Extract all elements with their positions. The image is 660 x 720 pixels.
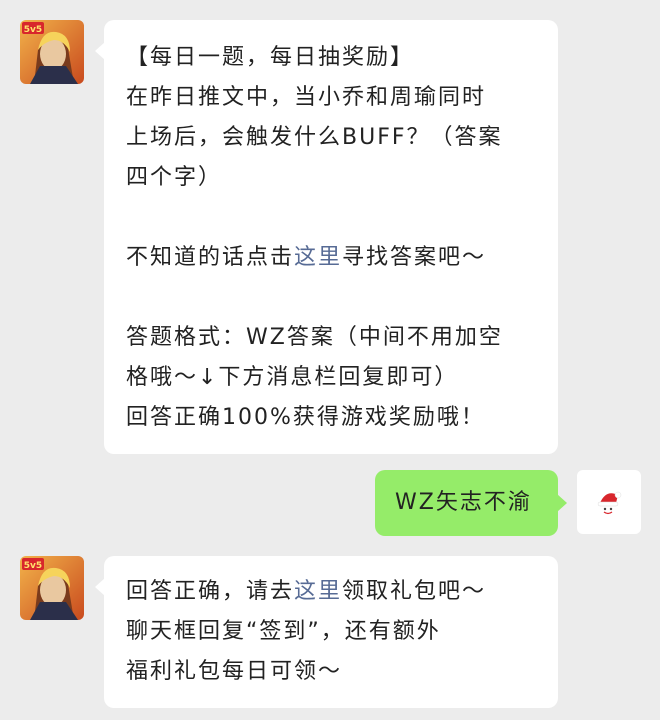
message-bubble-reply: 回答正确，请去这里领取礼包吧～ 聊天框回复“签到”，还有额外 福利礼包每日可领～: [95, 556, 558, 708]
hint-line: 不知道的话点击这里寻找答案吧～: [126, 238, 536, 278]
santa-hat-avatar-icon: [597, 491, 622, 515]
answer-link[interactable]: 这里: [294, 245, 342, 270]
game-account-avatar[interactable]: 5v5: [20, 556, 84, 620]
hero-avatar-icon: 5v5: [20, 20, 84, 84]
message-line: 【每日一题，每日抽奖励】: [126, 45, 415, 70]
game-badge-text: 5v5: [24, 561, 42, 571]
message-line: 上场后，会触发什么BUFF？（答案: [126, 125, 503, 150]
reply-line: 回答正确，请去这里领取礼包吧～: [126, 572, 536, 612]
hint-text-end: 寻找答案吧～: [342, 245, 487, 270]
hint-text: 不知道的话点击: [126, 245, 295, 270]
reply-line: 福利礼包每日可领～: [126, 659, 343, 684]
reply-text-end: 领取礼包吧～: [342, 579, 487, 604]
game-account-avatar[interactable]: 5v5: [20, 20, 84, 84]
reply-line: 聊天框回复“签到”，还有额外: [126, 619, 441, 644]
user-message-bubble: WZ矢志不渝: [375, 470, 567, 536]
format-line: 格哦～↓下方消息栏回复即可）: [126, 365, 459, 390]
message-line: 四个字）: [126, 165, 223, 190]
user-avatar[interactable]: [577, 470, 641, 534]
gift-link[interactable]: 这里: [294, 579, 342, 604]
format-line: 答题格式：WZ答案（中间不用加空: [126, 325, 503, 350]
message-bubble-question: 【每日一题，每日抽奖励】 在昨日推文中，当小乔和周瑜同时 上场后，会触发什么BU…: [95, 20, 558, 454]
hero-avatar-icon: 5v5: [20, 556, 84, 620]
message-line: 在昨日推文中，当小乔和周瑜同时: [126, 85, 487, 110]
reply-text: 回答正确，请去: [126, 579, 295, 604]
game-badge-text: 5v5: [24, 25, 42, 35]
format-line: 回答正确100%获得游戏奖励哦！: [126, 405, 485, 430]
user-message-text: WZ矢志不渝: [395, 490, 532, 515]
